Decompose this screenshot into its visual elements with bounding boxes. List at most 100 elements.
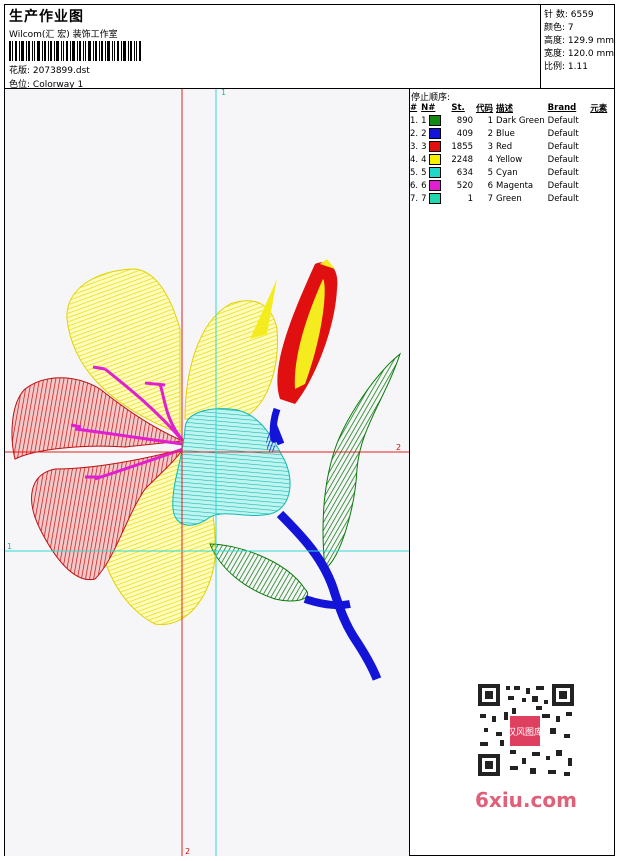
row-brand: Default bbox=[547, 115, 579, 126]
row-code: 3 bbox=[487, 141, 494, 152]
row-index: 6. bbox=[410, 180, 419, 191]
table-header-row: # N# St. 代码 描述 Brand 元素 bbox=[410, 101, 610, 114]
row-n: 2 bbox=[421, 127, 451, 140]
row-n: 7 bbox=[421, 192, 451, 205]
row-desc: Green bbox=[496, 193, 522, 204]
row-n-value: 6 bbox=[421, 181, 427, 191]
color-swatch bbox=[429, 115, 442, 126]
table-row: 7. 7 1 7 Green Default bbox=[410, 192, 610, 205]
barcode-image bbox=[9, 41, 141, 61]
row-n: 5 bbox=[421, 166, 451, 179]
row-desc: Cyan bbox=[496, 167, 518, 178]
design-canvas: 1 2 1 2 bbox=[5, 89, 409, 856]
col-element: 元素 bbox=[590, 103, 608, 114]
table-row: 4. 4 2248 4 Yellow Default bbox=[410, 153, 610, 166]
header-info: 生产作业图 Wilcom(汇 宏) 装饰工作室 花版: 2073899.dst … bbox=[5, 5, 540, 90]
row-n: 1 bbox=[421, 114, 451, 127]
stop-sequence-table: # N# St. 代码 描述 Brand 元素 1. 1 890 1 Dark Gre… bbox=[410, 101, 610, 205]
col-brand: Brand bbox=[547, 102, 577, 113]
row-desc: Red bbox=[496, 141, 513, 152]
qr-code-image: 汉风图库 bbox=[470, 678, 582, 783]
row-element bbox=[590, 153, 610, 166]
design-height: 高度: 129.9 mm bbox=[544, 36, 615, 46]
color-swatch bbox=[429, 128, 442, 139]
row-n-value: 2 bbox=[421, 129, 427, 139]
row-stitches: 2248 bbox=[451, 154, 474, 165]
row-code: 6 bbox=[487, 180, 494, 191]
row-element bbox=[590, 127, 610, 140]
row-index: 5. bbox=[410, 167, 419, 178]
row-desc: Dark Green bbox=[496, 115, 545, 126]
embroidery-preview bbox=[5, 89, 409, 856]
row-index: 1. bbox=[410, 115, 419, 126]
color-swatch bbox=[429, 193, 442, 204]
row-element bbox=[590, 140, 610, 153]
row-brand: Default bbox=[547, 167, 579, 178]
row-n: 6 bbox=[421, 179, 451, 192]
row-code: 5 bbox=[487, 167, 494, 178]
green-leaf-right bbox=[322, 352, 402, 570]
color-swatch bbox=[429, 180, 442, 191]
row-stitches: 1 bbox=[467, 193, 474, 204]
row-element bbox=[590, 192, 610, 205]
table-row: 1. 1 890 1 Dark Green Default bbox=[410, 114, 610, 127]
row-n: 3 bbox=[421, 140, 451, 153]
row-element bbox=[590, 114, 610, 127]
row-stitches: 409 bbox=[456, 128, 474, 139]
studio-name: Wilcom(汇 宏) 装饰工作室 bbox=[9, 30, 118, 40]
row-n-value: 4 bbox=[421, 155, 427, 165]
row-code: 1 bbox=[487, 115, 494, 126]
design-file-row: 花版: 2073899.dst bbox=[9, 63, 90, 76]
design-width: 宽度: 120.0 mm bbox=[544, 49, 615, 59]
cyan-top-label: 1 bbox=[221, 89, 227, 97]
row-stitches: 1855 bbox=[451, 141, 474, 152]
row-index: 4. bbox=[410, 154, 419, 165]
color-count: 颜色: 7 bbox=[544, 23, 574, 33]
stats-panel: 针 数: 6559 颜色: 7 高度: 129.9 mm 宽度: 120.0 m… bbox=[540, 5, 616, 89]
row-stitches: 890 bbox=[456, 115, 474, 126]
row-code: 7 bbox=[487, 193, 494, 204]
row-desc: Magenta bbox=[496, 180, 534, 191]
table-row: 3. 3 1855 3 Red Default bbox=[410, 140, 610, 153]
col-index: # bbox=[410, 102, 418, 113]
design-label: 花版: bbox=[9, 66, 31, 76]
col-stitches: St. bbox=[451, 102, 465, 113]
row-n-value: 5 bbox=[421, 168, 427, 178]
row-n: 4 bbox=[421, 153, 451, 166]
row-code: 2 bbox=[487, 128, 494, 139]
table-row: 6. 6 520 6 Magenta Default bbox=[410, 179, 610, 192]
row-code: 4 bbox=[487, 154, 494, 165]
svg-text:汉风图库: 汉风图库 bbox=[507, 726, 543, 738]
col-n: N# bbox=[421, 102, 436, 113]
row-element bbox=[590, 179, 610, 192]
row-stitches: 634 bbox=[456, 167, 474, 178]
sheet-title: 生产作业图 bbox=[9, 9, 84, 25]
row-n-value: 7 bbox=[421, 194, 427, 204]
row-desc: Blue bbox=[496, 128, 515, 139]
col-desc: 描述 bbox=[496, 103, 514, 114]
table-row: 5. 5 634 5 Cyan Default bbox=[410, 166, 610, 179]
row-index: 3. bbox=[410, 141, 419, 152]
row-n-value: 1 bbox=[421, 116, 427, 126]
row-index: 7. bbox=[410, 193, 419, 204]
stitch-count: 针 数: 6559 bbox=[544, 10, 594, 20]
col-code: 代码 bbox=[476, 103, 494, 114]
row-brand: Default bbox=[547, 154, 579, 165]
row-element bbox=[590, 166, 610, 179]
design-ratio: 比例: 1.11 bbox=[544, 62, 588, 72]
row-brand: Default bbox=[547, 180, 579, 191]
green-leaf-lower bbox=[209, 543, 308, 602]
red-bottom-label: 2 bbox=[185, 847, 191, 856]
design-value: 2073899.dst bbox=[32, 66, 90, 76]
red-right-label: 2 bbox=[396, 443, 402, 452]
row-brand: Default bbox=[547, 193, 579, 204]
color-swatch bbox=[429, 141, 442, 152]
row-stitches: 520 bbox=[456, 180, 474, 191]
table-row: 2. 2 409 2 Blue Default bbox=[410, 127, 610, 140]
cyan-left-label: 1 bbox=[7, 542, 13, 551]
row-index: 2. bbox=[410, 128, 419, 139]
color-swatch bbox=[429, 167, 442, 178]
row-n-value: 3 bbox=[421, 142, 427, 152]
row-desc: Yellow bbox=[496, 154, 523, 165]
watermark-logo: 6xiu.com bbox=[475, 788, 577, 812]
